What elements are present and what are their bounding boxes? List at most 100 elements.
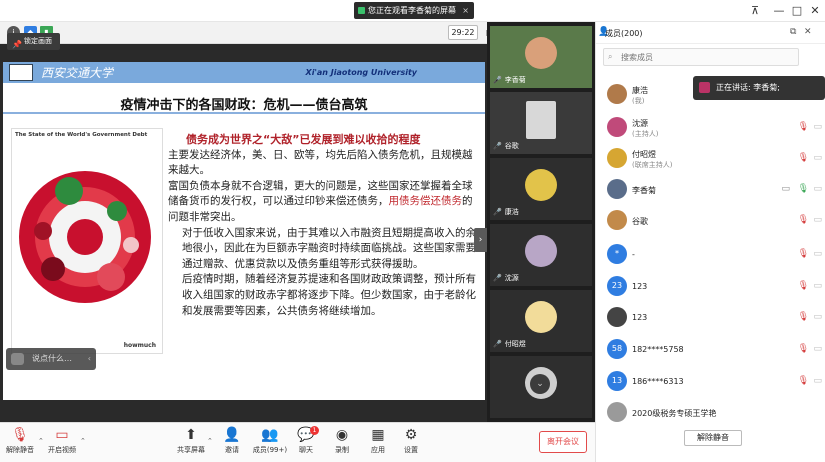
window-close-icon[interactable]: ✕ (807, 3, 823, 19)
apps-icon: ▦ (371, 427, 385, 443)
participant-avatar (525, 235, 557, 267)
settings-button[interactable]: ⚙ 设置 (393, 425, 429, 461)
member-role: (联席主持人) (632, 161, 673, 169)
mic-icon: 🎤 (493, 208, 502, 216)
close-icon[interactable]: × (462, 2, 469, 19)
video-off-icon: ▭ (813, 122, 822, 132)
video-off-icon: ▭ (813, 312, 822, 322)
close-panel-icon[interactable]: ✕ (804, 27, 812, 37)
video-off-icon: ▭ (813, 184, 822, 194)
avatar (607, 402, 627, 422)
member-row[interactable]: 13 186****6313 🎙 ▭ (596, 367, 825, 397)
unmute-all-button[interactable]: 解除静音 (684, 430, 742, 446)
record-label: 录制 (335, 446, 349, 454)
member-name: 康浩 (632, 86, 648, 95)
members-button[interactable]: 👥 成员(99+) (250, 425, 290, 461)
mic-icon: 🎤 (493, 274, 502, 282)
video-tile[interactable]: 🎤 付昭煜 (490, 290, 592, 352)
invite-button[interactable]: 👤 邀请 (214, 425, 250, 461)
share-screen-button[interactable]: ⬆ 共享屏幕 (173, 425, 209, 461)
member-name: 谷歌 (632, 217, 648, 226)
apps-label: 应用 (371, 446, 385, 454)
member-row[interactable]: * - 🎙 ▭ (596, 240, 825, 270)
slide-divider (3, 112, 485, 114)
member-row[interactable]: 李香菊 ▭ 🎙 ▭ (596, 175, 825, 205)
slide-title: 疫情冲击下的各国财政：危机——债台高筑 (120, 98, 368, 113)
video-tile[interactable]: ⌄ (490, 356, 592, 418)
member-row[interactable]: 23 123 🎙 ▭ (596, 272, 825, 302)
maximize-icon[interactable]: □ (789, 3, 805, 19)
video-tile[interactable]: 🎤 康浩 (490, 158, 592, 220)
video-tile[interactable]: 🎤 谷歌 (490, 92, 592, 154)
mic-muted-icon: 🎙 (797, 215, 809, 225)
comment-placeholder: 说点什么… (32, 354, 72, 363)
chat-button[interactable]: 💬 聊天 1 (288, 425, 324, 461)
avatar: 13 (607, 371, 627, 391)
mic-icon: 🎤 (493, 142, 502, 150)
avatar (607, 148, 627, 168)
chat-unread-badge: 1 (310, 426, 319, 435)
university-name-en: Xi'an Jiaotong University (305, 68, 417, 77)
lock-screen-button[interactable]: 📌 锁定画面 (7, 33, 60, 50)
members-icon: 👥 (261, 427, 279, 443)
shared-screen-area: i ◆ ▮ 29:22 ▦ 📌 锁定画面 西安交通大学 Xi'an Jiaoto… (0, 22, 494, 422)
apps-button[interactable]: ▦ 应用 (360, 425, 396, 461)
video-off-icon: ▭ (813, 249, 822, 259)
member-row[interactable]: 58 182****5758 🎙 ▭ (596, 335, 825, 365)
member-name: 182****5758 (632, 345, 684, 354)
collapse-strip-button[interactable]: › (474, 228, 487, 252)
slide-paragraph-2-highlight: 用债务偿还债务 (388, 195, 463, 208)
chevron-left-icon[interactable]: ‹ (88, 348, 91, 370)
leave-meeting-button[interactable]: 离开会议 (539, 431, 587, 453)
member-name: 2020级税务专硕王学艳 (632, 409, 717, 418)
member-search[interactable]: ⌕ (603, 48, 799, 66)
member-name: 123 (632, 313, 648, 322)
pin-window-icon[interactable]: ⊼ (747, 3, 763, 19)
unmute-button[interactable]: 🎙 解除静音 (2, 425, 38, 461)
share-options-chevron-icon[interactable]: ⌃ (207, 437, 213, 445)
mic-icon: 🎤 (493, 340, 502, 348)
audio-options-chevron-icon[interactable]: ⌃ (38, 437, 44, 445)
video-tile[interactable]: 🎤 沈源 (490, 224, 592, 286)
debt-circle-graphic (19, 171, 151, 303)
member-row[interactable]: 2020级税务专硕王学艳 (596, 398, 825, 428)
popout-icon[interactable]: ⧉ (790, 27, 796, 37)
video-tile[interactable]: 🎤 李香菊 (490, 26, 592, 88)
meeting-timer: 29:22 (448, 25, 478, 40)
avatar (607, 117, 627, 137)
screen-share-banner: 您正在观看李香菊的屏幕 × (354, 2, 474, 19)
video-strip: 🎤 李香菊 🎤 谷歌 🎤 康浩 🎤 沈源 🎤 付昭煜 ⌄ (487, 22, 595, 422)
member-row[interactable]: 沈源 (主持人) 🎙 ▭ (596, 113, 825, 143)
settings-label: 设置 (404, 446, 418, 454)
speaking-text: 正在讲话: 李香菊; (716, 83, 780, 92)
record-button[interactable]: ◉ 录制 (324, 425, 360, 461)
participant-video (526, 101, 556, 139)
start-video-button[interactable]: ▭ 开启视频 (44, 425, 80, 461)
member-role: (我) (632, 97, 645, 105)
video-off-icon: ▭ (813, 344, 822, 354)
slide-paragraph-4: 后疫情时期，随着经济复苏提速和各国财政政策调整，预计所有收入组国家的财政赤字都将… (182, 273, 476, 317)
meeting-app: 您正在观看李香菊的屏幕 × ⊼ — □ ✕ i ◆ ▮ 29:22 ▦ 📌 锁定… (0, 0, 825, 462)
video-options-chevron-icon[interactable]: ⌃ (80, 437, 86, 445)
chevron-down-icon[interactable]: ⌄ (530, 374, 550, 394)
mic-icon: 🎤 (493, 76, 502, 84)
member-row[interactable]: 付昭煜 (联席主持人) 🎙 ▭ (596, 144, 825, 174)
member-row[interactable]: 123 🎙 ▭ (596, 303, 825, 333)
slide-paragraph-1: 主要发达经济体，美、日、欧等，均先后陷入债务危机，且规模越来越大。 (168, 148, 473, 177)
avatar: 23 (607, 276, 627, 296)
pin-icon: 📌 (12, 40, 22, 49)
video-off-icon: ▭ (813, 376, 822, 386)
comment-input[interactable]: 说点什么… ‹ (6, 348, 96, 370)
share-screen-label: 共享屏幕 (177, 446, 205, 454)
member-row[interactable]: 谷歌 🎙 ▭ (596, 206, 825, 236)
video-off-icon: ▭ (813, 281, 822, 291)
members-header: 👤 成员(200) ⧉ ✕ (596, 22, 825, 44)
share-screen-icon: ⬆ (185, 427, 197, 443)
record-icon: ◉ (335, 427, 349, 443)
speaking-indicator: 正在讲话: 李香菊; (693, 76, 825, 100)
member-search-input[interactable] (621, 51, 791, 64)
avatar (607, 210, 627, 230)
minimize-icon[interactable]: — (771, 3, 787, 19)
debt-infographic: The State of the World's Government Debt… (11, 128, 163, 354)
video-off-icon: ▭ (813, 215, 822, 225)
